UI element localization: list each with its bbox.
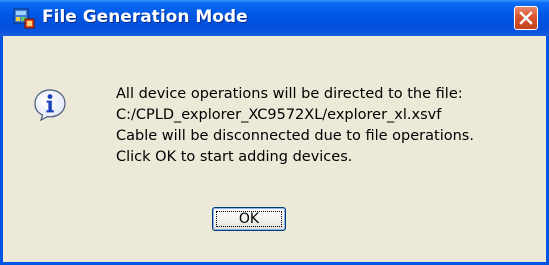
message-line: Click OK to start adding devices. — [116, 149, 353, 165]
message-text: All device operations will be directed t… — [116, 84, 474, 168]
info-icon — [33, 88, 67, 122]
app-icon — [13, 7, 35, 29]
dialog-window: File Generation Mode All device operatio… — [0, 0, 549, 265]
message-line: All device operations will be directed t… — [116, 86, 463, 102]
window-title: File Generation Mode — [42, 7, 248, 27]
ok-button[interactable]: OK — [212, 207, 286, 231]
ok-button-label: OK — [238, 211, 260, 227]
message-line: Cable will be disconnected due to file o… — [116, 128, 474, 144]
message-line-file-path: C:/CPLD_explorer_XC9572XL/explorer_xl.xs… — [116, 107, 442, 123]
title-bar[interactable]: File Generation Mode — [0, 0, 549, 36]
close-icon — [519, 11, 533, 25]
close-button[interactable] — [514, 6, 538, 30]
